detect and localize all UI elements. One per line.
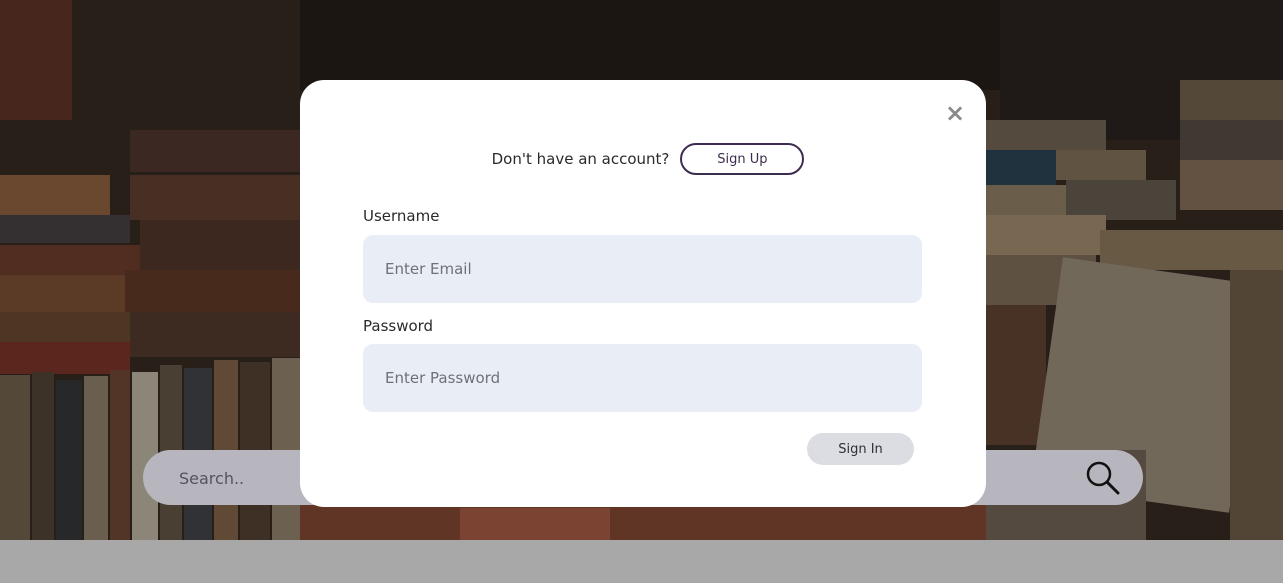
sign-in-modal: × Don't have an account? Sign Up Usernam…: [300, 80, 986, 507]
username-label: Username: [363, 207, 440, 225]
signup-row: Don't have an account? Sign Up: [300, 143, 986, 175]
password-label: Password: [363, 317, 434, 335]
signup-prompt: Don't have an account?: [491, 150, 670, 168]
username-field[interactable]: [363, 235, 922, 303]
sign-up-button[interactable]: Sign Up: [680, 143, 805, 175]
close-icon[interactable]: ×: [944, 101, 966, 125]
password-field[interactable]: [363, 344, 922, 412]
sign-in-button[interactable]: Sign In: [807, 433, 914, 465]
